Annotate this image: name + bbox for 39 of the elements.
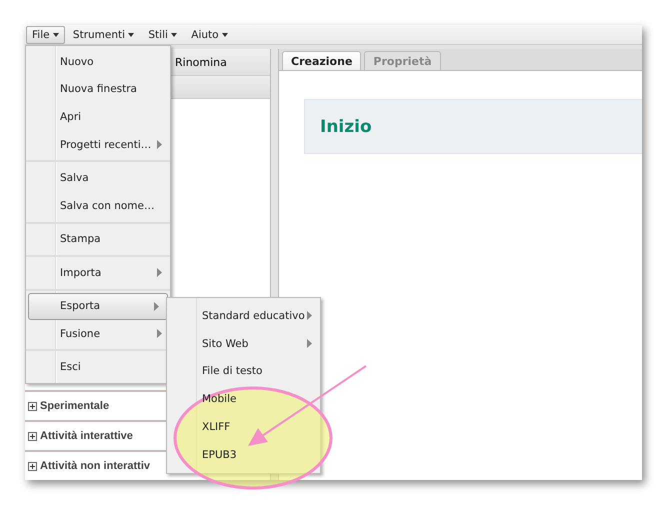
submenu-arrow-icon [157, 329, 162, 338]
submenu-arrow-icon [154, 302, 159, 311]
page-heading: Inizio [320, 116, 372, 136]
menu-item[interactable]: Sito Web [167, 330, 320, 358]
caret-icon [52, 32, 59, 37]
expand-icon[interactable] [28, 432, 37, 440]
menu-item[interactable]: Progetti recenti… [26, 130, 170, 158]
menu-item[interactable]: Esporta [28, 292, 168, 320]
expand-icon[interactable] [28, 462, 37, 470]
menu-item[interactable]: Nuova finestra [26, 76, 170, 104]
menu-button[interactable]: File [26, 26, 65, 44]
menu-item[interactable]: Mobile [167, 385, 320, 414]
tree-item[interactable]: Sperimentale [28, 400, 110, 412]
menu-item[interactable]: Standard educativo [167, 302, 320, 330]
submenu-arrow-icon [157, 140, 162, 150]
menu-item[interactable]: Nuovo [26, 48, 170, 76]
menu-item[interactable]: Apri [26, 103, 170, 131]
tree-item[interactable]: Attività non interattiv [28, 460, 150, 472]
caret-icon [171, 32, 178, 37]
menu-item[interactable]: Salva con nome… [26, 192, 170, 220]
caret-icon [222, 32, 228, 37]
menu-item[interactable]: XLIFF [167, 413, 320, 441]
menu-item[interactable]: Importa [26, 259, 170, 287]
submenu-arrow-icon [307, 311, 312, 320]
menu-item[interactable]: Stampa [26, 226, 170, 254]
submenu-arrow-icon [157, 268, 162, 278]
menu-button[interactable]: Strumenti [66, 26, 140, 44]
tab[interactable]: Creazione [282, 51, 362, 70]
submenu-arrow-icon [307, 339, 312, 348]
tree-item[interactable]: Attività interattive [28, 430, 133, 442]
menu-item[interactable]: File di testo [167, 358, 320, 386]
menu-button[interactable]: Aiuto [185, 26, 234, 44]
menu-item[interactable]: Esci [26, 353, 170, 381]
menu-item[interactable]: EPUB3 [167, 440, 320, 469]
expand-icon[interactable] [28, 402, 37, 410]
caret-icon [128, 32, 134, 37]
menu-item[interactable]: Salva [26, 164, 170, 192]
menu-button[interactable]: Stili [142, 26, 184, 44]
menu-item[interactable]: Fusione [26, 320, 170, 348]
